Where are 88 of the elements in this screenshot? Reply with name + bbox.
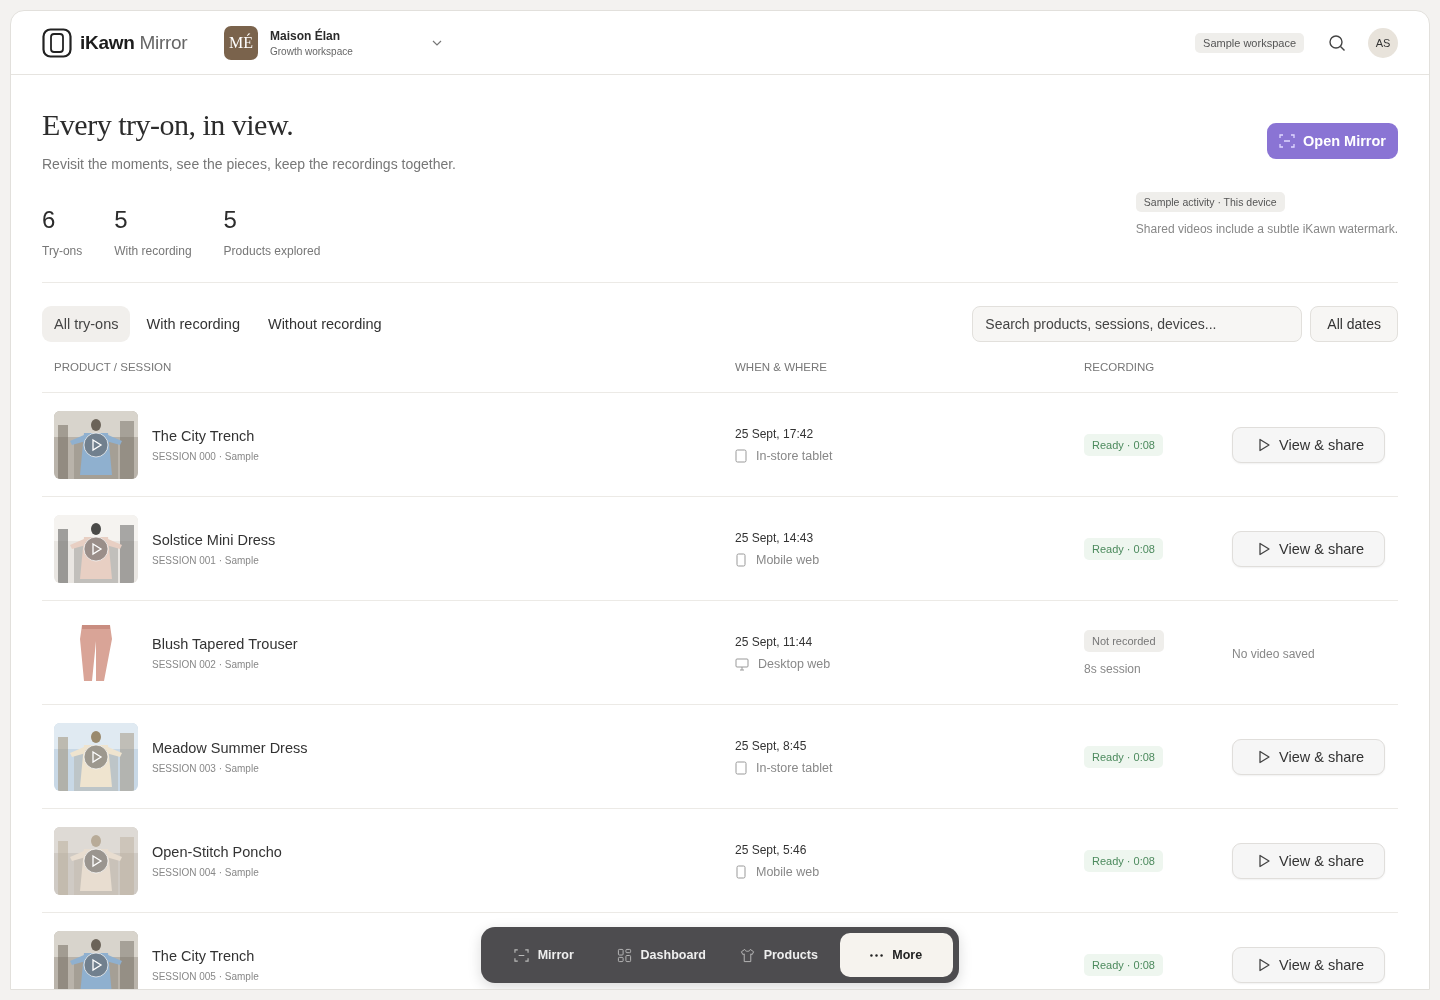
tablet-icon — [735, 448, 747, 463]
more-icon — [870, 953, 884, 957]
no-video-note: No video saved — [1232, 646, 1315, 661]
session-time: 25 Sept, 5:46 — [735, 842, 808, 857]
play-icon — [1257, 541, 1271, 556]
stat-label: Try-ons — [42, 244, 83, 258]
play-icon[interactable] — [83, 535, 109, 562]
view-share-button[interactable]: View & share — [1232, 946, 1386, 983]
play-icon — [1257, 749, 1271, 764]
device-label: In-store tablet — [756, 760, 833, 775]
view-share-button[interactable]: View & share — [1232, 738, 1386, 775]
stat-label: Products explored — [223, 244, 321, 258]
column-header: RECORDING — [1084, 361, 1156, 373]
play-icon[interactable] — [83, 951, 109, 978]
workspace-name: Maison Élan — [270, 28, 341, 43]
session-time: 25 Sept, 11:44 — [735, 634, 814, 649]
product-name[interactable]: The City Trench — [152, 427, 259, 444]
session-label: SESSION 002 · Sample — [152, 658, 260, 670]
view-share-button[interactable]: View & share — [1232, 426, 1386, 463]
filter-tab[interactable]: Without recording — [255, 306, 394, 342]
recording-status: Not recorded — [1084, 629, 1164, 652]
open-mirror-button[interactable]: Open Mirror — [1267, 123, 1398, 159]
chevron-down-icon — [432, 39, 442, 46]
user-avatar[interactable]: AS — [1368, 27, 1398, 58]
watermark-note: Shared videos include a subtle iKawn watermark. — [1135, 222, 1398, 236]
product-name[interactable]: Open-Stitch Poncho — [152, 843, 282, 860]
nav-item[interactable]: Products — [722, 933, 836, 977]
grid-icon — [616, 947, 632, 963]
stat-value: 5 — [223, 206, 238, 234]
play-icon[interactable] — [83, 431, 109, 458]
stat-value: 6 — [42, 206, 57, 234]
device-label: Desktop web — [758, 656, 831, 671]
column-header: PRODUCT / SESSION — [54, 361, 173, 373]
view-share-button[interactable]: View & share — [1232, 842, 1386, 879]
tablet-icon — [735, 760, 747, 775]
scan-icon — [513, 947, 529, 963]
page-subtitle: Revisit the moments, see the pieces, keep the recordings together. — [42, 156, 456, 172]
session-length: 8s session — [1084, 661, 1141, 676]
page-title: Every try-on, in view. — [42, 108, 295, 142]
column-header: WHEN & WHERE — [735, 361, 828, 373]
session-time: 25 Sept, 14:43 — [735, 530, 815, 545]
monitor-icon — [735, 656, 749, 671]
workspace-switcher[interactable]: MÉ Maison Élan Growth workspace — [224, 25, 446, 60]
session-time: 25 Sept, 17:42 — [735, 426, 815, 441]
session-label: SESSION 005 · Sample — [152, 970, 259, 982]
play-icon[interactable] — [83, 847, 109, 874]
search-field[interactable]: Search products, sessions, devices... — [972, 306, 1303, 342]
play-icon — [1257, 853, 1271, 868]
filter-tab[interactable]: With recording — [134, 306, 252, 342]
product-name[interactable]: Blush Tapered Trouser — [152, 635, 298, 652]
session-label: SESSION 000 · Sample — [152, 450, 259, 462]
product-name[interactable]: Meadow Summer Dress — [152, 739, 308, 756]
recording-status: Ready · 0:08 — [1084, 953, 1163, 976]
recording-status: Ready · 0:08 — [1084, 433, 1163, 456]
workspace-plan: Growth workspace — [270, 45, 354, 57]
play-icon[interactable] — [83, 743, 109, 770]
session-label: SESSION 003 · Sample — [152, 762, 260, 774]
product-name[interactable]: Solstice Mini Dress — [152, 531, 276, 548]
stat-value: 5 — [114, 206, 129, 234]
session-label: SESSION 004 · Sample — [152, 866, 260, 878]
stat-label: With recording — [114, 244, 192, 258]
product-name[interactable]: The City Trench — [152, 947, 259, 964]
recording-status: Ready · 0:08 — [1084, 849, 1163, 872]
nav-item[interactable]: Dashboard — [604, 933, 718, 977]
session-time: 25 Sept, 8:45 — [735, 738, 808, 753]
logo-icon — [42, 27, 72, 58]
play-icon — [1257, 437, 1271, 452]
device-label: Mobile web — [756, 552, 820, 567]
app-logo[interactable]: iKawn Mirror — [80, 31, 188, 54]
recording-status: Ready · 0:08 — [1084, 745, 1163, 768]
filter-tab[interactable]: All try-ons — [42, 306, 131, 342]
phone-icon — [735, 552, 747, 567]
nav-item[interactable]: Mirror — [487, 933, 601, 977]
recording-status: Ready · 0:08 — [1084, 537, 1163, 560]
date-filter-button[interactable]: All dates — [1310, 306, 1398, 342]
view-share-button[interactable]: View & share — [1232, 530, 1386, 567]
device-label: Mobile web — [756, 864, 820, 879]
play-icon — [1257, 957, 1271, 972]
search-icon[interactable] — [1328, 33, 1346, 52]
sample-badge: Sample workspace — [1195, 32, 1304, 53]
scan-icon — [1279, 133, 1295, 149]
shirt-icon — [739, 947, 755, 963]
device-label: In-store tablet — [756, 448, 833, 463]
phone-icon — [735, 864, 747, 879]
sample-activity-badge: Sample activity · This device — [1135, 192, 1285, 212]
session-label: SESSION 001 · Sample — [152, 554, 260, 566]
workspace-avatar: MÉ — [224, 25, 258, 60]
nav-item[interactable]: More — [839, 933, 953, 977]
